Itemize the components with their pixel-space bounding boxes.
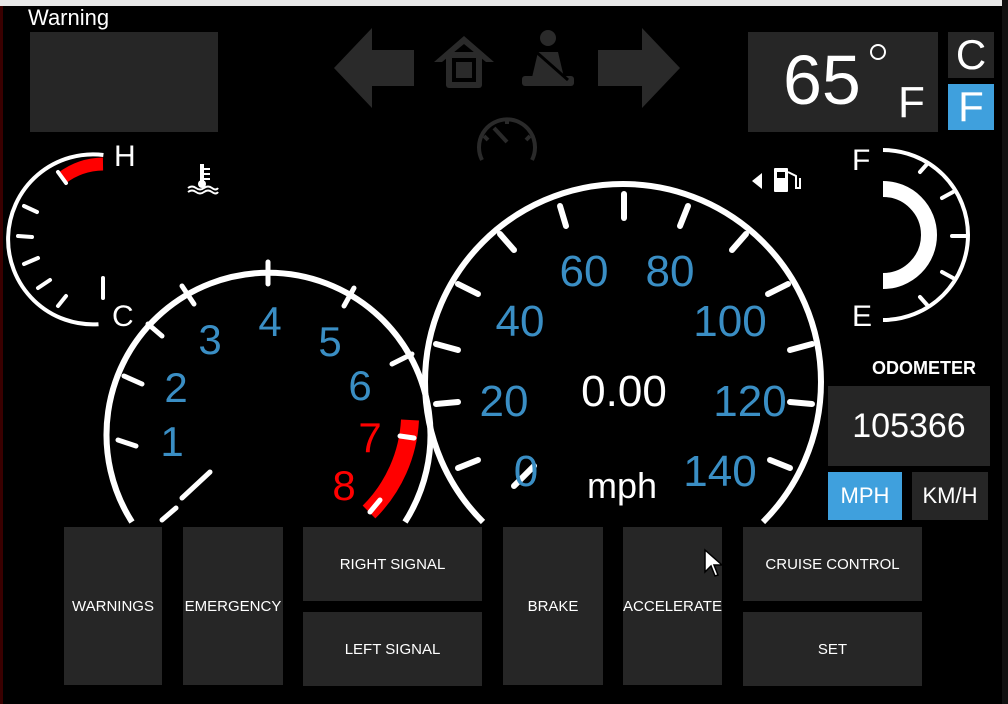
tach-label-5: 5: [318, 318, 341, 365]
speed-label-60: 60: [560, 247, 609, 296]
odometer-value: 105366: [828, 386, 990, 466]
speed-label-20: 20: [480, 377, 529, 426]
tachometer: 1 23 4 56 78: [103, 259, 434, 524]
coolant-cold-label: C: [112, 300, 134, 333]
tach-label-7: 7: [358, 414, 381, 461]
mph-button[interactable]: MPH: [828, 472, 902, 520]
degree-symbol: [870, 44, 886, 60]
speed-unit-label: mph: [587, 465, 657, 506]
speed-label-140: 140: [683, 447, 756, 496]
coolant-temperature-icon: [187, 164, 219, 195]
temperature-unit: F: [898, 78, 925, 127]
tach-label-3: 3: [198, 316, 221, 363]
speed-label-120: 120: [713, 377, 786, 426]
door-open-icon: [434, 36, 494, 88]
set-button[interactable]: SET: [743, 612, 922, 686]
left-signal-button[interactable]: LEFT SIGNAL: [303, 612, 482, 686]
speed-label-40: 40: [496, 297, 545, 346]
seatbelt-icon: [522, 30, 574, 86]
speed-label-0: 0: [514, 447, 538, 496]
odometer-title: ODOMETER: [872, 358, 977, 378]
celsius-button[interactable]: C: [948, 31, 994, 78]
speed-label-100: 100: [693, 297, 766, 346]
cruise-control-button[interactable]: CRUISE CONTROL: [743, 527, 922, 601]
fuel-full-label: F: [852, 144, 870, 177]
tach-label-2: 2: [164, 364, 187, 411]
fuel-pump-icon: [752, 168, 801, 192]
speedometer: 0 20 40 60 80100 120 140 0.00 mph: [422, 180, 824, 525]
left-arrow-icon: [334, 28, 414, 108]
right-arrow-icon: [598, 28, 680, 108]
warnings-button[interactable]: WARNINGS: [64, 527, 162, 685]
speed-label-80: 80: [646, 247, 695, 296]
kmh-button[interactable]: KM/H: [912, 472, 988, 520]
speed-readout: 0.00: [581, 367, 667, 416]
temperature-value: 65: [783, 41, 861, 119]
coolant-hot-label: H: [114, 140, 136, 173]
right-signal-button[interactable]: RIGHT SIGNAL: [303, 527, 482, 601]
fahrenheit-button[interactable]: F: [948, 83, 994, 130]
brake-button[interactable]: BRAKE: [503, 527, 603, 685]
mouse-pointer-icon: [704, 548, 724, 577]
emergency-button[interactable]: EMERGENCY: [183, 527, 283, 685]
cruise-gauge-icon: [477, 117, 537, 161]
tach-label-1: 1: [160, 418, 183, 465]
fuel-gauge: F E: [852, 144, 970, 333]
coolant-gauge: H C: [6, 140, 136, 333]
fuel-empty-label: E: [852, 300, 872, 333]
tach-label-8: 8: [332, 462, 355, 509]
tach-label-4: 4: [258, 298, 281, 345]
tach-label-6: 6: [348, 362, 371, 409]
